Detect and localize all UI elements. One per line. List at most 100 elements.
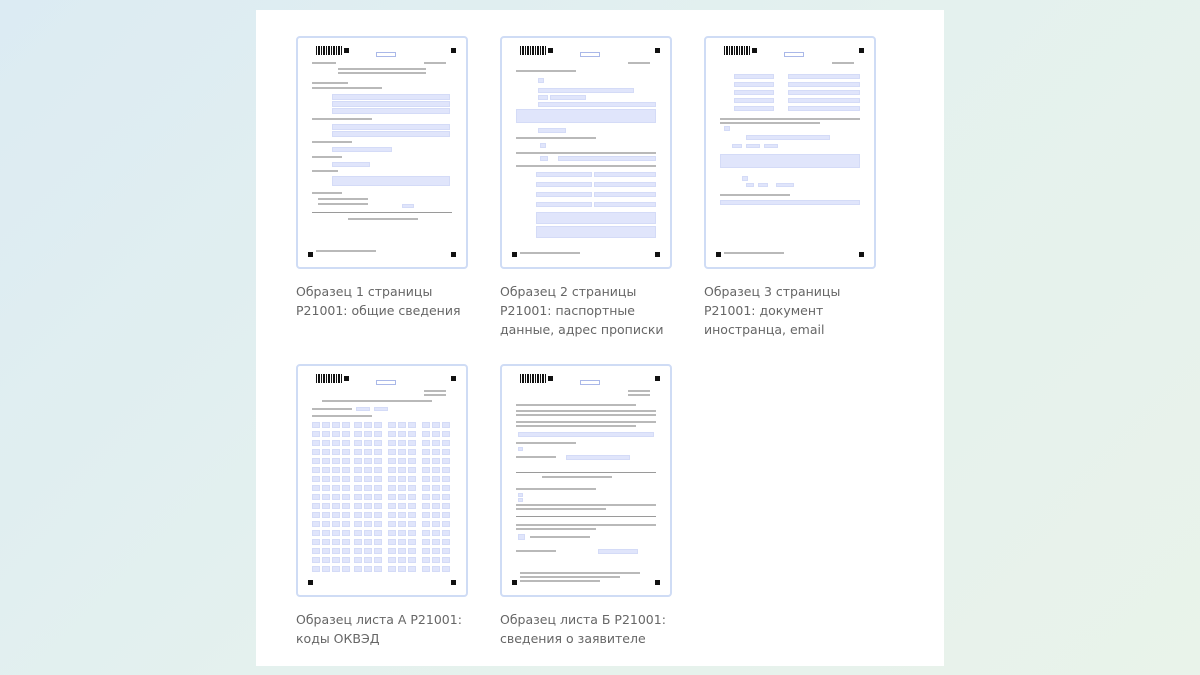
okved-cell bbox=[342, 539, 350, 545]
okved-cell bbox=[332, 503, 340, 509]
okved-cell bbox=[354, 494, 362, 500]
okved-cell bbox=[422, 458, 430, 464]
okved-cell bbox=[398, 449, 406, 455]
sample-thumbnail-2[interactable] bbox=[500, 36, 672, 269]
okved-cell bbox=[388, 485, 396, 491]
corner-marker-icon bbox=[655, 48, 660, 53]
corner-marker-icon bbox=[716, 252, 721, 257]
okved-cell bbox=[422, 431, 430, 437]
okved-cell bbox=[312, 440, 320, 446]
sample-card-2[interactable]: Образец 2 страницы Р21001: паспортные да… bbox=[500, 36, 672, 339]
okved-cell bbox=[364, 458, 372, 464]
okved-cell bbox=[388, 521, 396, 527]
corner-marker-icon bbox=[859, 48, 864, 53]
okved-cell bbox=[364, 422, 372, 428]
okved-cell bbox=[322, 530, 330, 536]
okved-cell bbox=[374, 548, 382, 554]
okved-cell bbox=[364, 557, 372, 563]
okved-cell bbox=[398, 458, 406, 464]
okved-cell bbox=[312, 539, 320, 545]
okved-cell bbox=[322, 521, 330, 527]
okved-cell bbox=[408, 485, 416, 491]
okved-cell bbox=[342, 512, 350, 518]
okved-cell bbox=[398, 512, 406, 518]
corner-marker-icon bbox=[344, 48, 349, 53]
okved-cell bbox=[398, 557, 406, 563]
samples-gallery: Образец 1 страницы Р21001: общие сведени… bbox=[256, 10, 944, 666]
barcode-icon bbox=[724, 46, 750, 55]
sample-thumbnail-5[interactable] bbox=[500, 364, 672, 597]
okved-cell bbox=[398, 521, 406, 527]
okved-cell bbox=[388, 494, 396, 500]
okved-cell bbox=[364, 449, 372, 455]
okved-cell bbox=[312, 512, 320, 518]
corner-marker-icon bbox=[308, 580, 313, 585]
okved-cell bbox=[374, 449, 382, 455]
okved-cell bbox=[388, 422, 396, 428]
okved-cell bbox=[398, 422, 406, 428]
okved-cell bbox=[374, 485, 382, 491]
okved-cell bbox=[374, 566, 382, 572]
sample-thumbnail-1[interactable] bbox=[296, 36, 468, 269]
okved-cell bbox=[442, 512, 450, 518]
corner-marker-icon bbox=[451, 252, 456, 257]
okved-cell bbox=[322, 422, 330, 428]
okved-cell bbox=[408, 467, 416, 473]
barcode-icon bbox=[316, 46, 342, 55]
sample-card-5[interactable]: Образец листа Б Р21001: сведения о заяви… bbox=[500, 364, 672, 648]
sample-caption-5: Образец листа Б Р21001: сведения о заяви… bbox=[500, 612, 666, 646]
sample-card-1[interactable]: Образец 1 страницы Р21001: общие сведени… bbox=[296, 36, 468, 320]
okved-cell bbox=[388, 440, 396, 446]
okved-cell bbox=[422, 422, 430, 428]
okved-cell bbox=[432, 449, 440, 455]
okved-cell bbox=[374, 494, 382, 500]
okved-cell bbox=[432, 512, 440, 518]
okved-cell bbox=[322, 431, 330, 437]
sample-caption-2: Образец 2 страницы Р21001: паспортные да… bbox=[500, 284, 664, 337]
okved-cell bbox=[332, 557, 340, 563]
okved-cell bbox=[374, 521, 382, 527]
okved-cell bbox=[364, 539, 372, 545]
sample-card-3[interactable]: Образец 3 страницы Р21001: документ инос… bbox=[704, 36, 876, 339]
okved-cell bbox=[374, 557, 382, 563]
sample-thumbnail-3[interactable] bbox=[704, 36, 876, 269]
okved-cell bbox=[342, 422, 350, 428]
okved-cell bbox=[332, 449, 340, 455]
okved-cell bbox=[342, 449, 350, 455]
okved-cell bbox=[332, 422, 340, 428]
okved-cell bbox=[322, 449, 330, 455]
okved-cell bbox=[322, 458, 330, 464]
okved-cell bbox=[388, 467, 396, 473]
okved-cell bbox=[432, 458, 440, 464]
okved-cell bbox=[332, 521, 340, 527]
okved-cell bbox=[322, 557, 330, 563]
okved-cell bbox=[354, 431, 362, 437]
okved-cell bbox=[432, 503, 440, 509]
okved-cell bbox=[408, 431, 416, 437]
okved-cell bbox=[322, 440, 330, 446]
okved-cell bbox=[422, 557, 430, 563]
okved-cell bbox=[332, 530, 340, 536]
okved-cell bbox=[354, 539, 362, 545]
okved-cell bbox=[442, 548, 450, 554]
sample-card-4[interactable]: Образец листа А Р21001: коды ОКВЭД bbox=[296, 364, 468, 648]
okved-cell bbox=[422, 512, 430, 518]
okved-cell bbox=[408, 458, 416, 464]
sample-thumbnail-4[interactable] bbox=[296, 364, 468, 597]
okved-cell bbox=[312, 548, 320, 554]
okved-cell bbox=[442, 422, 450, 428]
okved-cell bbox=[408, 539, 416, 545]
okved-cell bbox=[322, 485, 330, 491]
okved-cell bbox=[374, 440, 382, 446]
okved-cell bbox=[422, 440, 430, 446]
okved-cell bbox=[442, 566, 450, 572]
okved-cell bbox=[374, 503, 382, 509]
okved-cell bbox=[342, 494, 350, 500]
okved-cell bbox=[354, 530, 362, 536]
okved-cell bbox=[408, 440, 416, 446]
sample-caption-4: Образец листа А Р21001: коды ОКВЭД bbox=[296, 612, 462, 646]
okved-cell bbox=[422, 521, 430, 527]
okved-cell bbox=[332, 512, 340, 518]
okved-cell bbox=[408, 449, 416, 455]
okved-cell bbox=[442, 431, 450, 437]
